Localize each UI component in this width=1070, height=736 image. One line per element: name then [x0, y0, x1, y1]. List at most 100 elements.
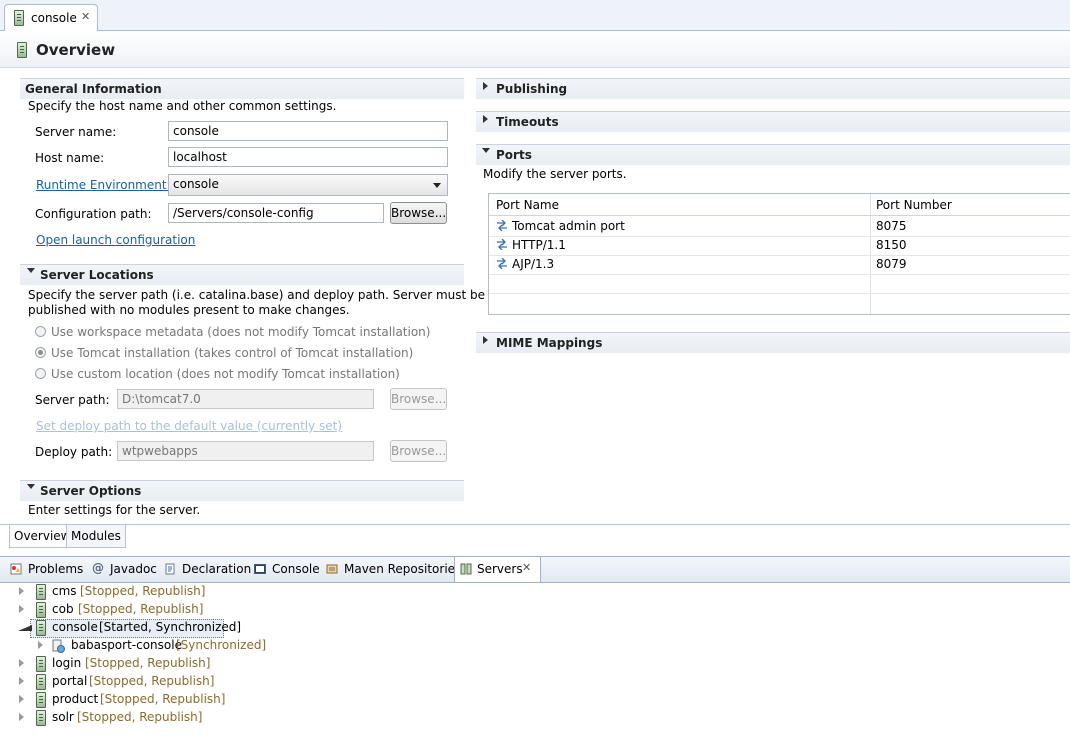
server-options-header[interactable]: Server Options [20, 480, 464, 501]
runtime-environment-link[interactable]: Runtime Environment: [36, 178, 171, 192]
expand-icon[interactable] [19, 695, 24, 703]
server-path-label: Server path: [35, 393, 110, 407]
collapse-icon [27, 484, 35, 489]
views-tab-strip: Problems @ Javadoc Declaration Console M… [0, 556, 1070, 583]
table-header-row: Port Name Port Number [489, 194, 1070, 216]
custom-location-label: Use custom location (does not modify Tom… [51, 367, 400, 381]
port-name-cell: AJP/1.3 [512, 257, 555, 271]
server-tree-item[interactable]: solr [Stopped, Republish] [0, 709, 400, 727]
section-title: Server Options [40, 484, 142, 498]
expand-icon[interactable] [19, 713, 24, 721]
configuration-path-field[interactable]: /Servers/console-config [168, 203, 384, 223]
tomcat-installation-radio[interactable] [35, 347, 46, 358]
deploy-path-label: Deploy path: [35, 445, 113, 459]
server-tree-item[interactable]: product [Stopped, Republish] [0, 691, 400, 709]
general-description: Specify the host name and other common s… [28, 99, 337, 113]
custom-location-radio[interactable] [35, 368, 46, 379]
view-tab-label: Javadoc [110, 562, 157, 576]
web-module-icon [52, 639, 65, 653]
collapse-icon[interactable] [18, 625, 32, 631]
general-information-header: General Information [20, 78, 464, 99]
server-state: [Stopped, Republish] [100, 692, 226, 706]
server-tree-item[interactable]: cob [Stopped, Republish] [0, 601, 400, 619]
view-tab-label: Declaration [182, 562, 252, 576]
runtime-environment-select[interactable]: console [168, 174, 448, 196]
configuration-path-label: Configuration path: [35, 207, 152, 221]
server-icon [17, 42, 27, 58]
port-name-cell: HTTP/1.1 [512, 238, 566, 252]
view-tab-javadoc[interactable]: @ Javadoc [92, 561, 157, 579]
host-name-label: Host name: [35, 151, 105, 165]
browse-config-button[interactable]: Browse... [390, 202, 447, 224]
mime-mappings-header[interactable]: MIME Mappings [476, 332, 1070, 353]
server-tree-item-selected[interactable]: console [Started, Synchronized] [0, 619, 400, 637]
at-icon: @ [92, 561, 104, 575]
close-icon[interactable]: ✕ [522, 561, 531, 574]
expand-icon[interactable] [19, 659, 24, 667]
tab-modules[interactable]: Modules [66, 525, 126, 548]
server-name-field[interactable]: console [168, 121, 448, 141]
server-path-field[interactable]: D:\tomcat7.0 [117, 389, 374, 409]
set-default-deploy-path-link[interactable]: Set deploy path to the default value (cu… [36, 419, 342, 433]
port-number-cell[interactable]: 8079 [876, 257, 907, 271]
browse-deploy-path-button[interactable]: Browse... [390, 440, 447, 462]
server-tree-item[interactable]: portal [Stopped, Republish] [0, 673, 400, 691]
table-row[interactable]: HTTP/1.1 8150 [489, 236, 1070, 256]
server-state: [Started, Synchronized] [99, 620, 242, 634]
server-name: solr [52, 710, 74, 724]
view-tab-servers[interactable]: Servers ✕ [454, 557, 541, 582]
expand-icon[interactable] [19, 587, 24, 595]
workspace-metadata-label: Use workspace metadata (does not modify … [51, 325, 431, 339]
view-tab-declaration[interactable]: Declaration [164, 561, 251, 579]
view-tab-console[interactable]: Console [254, 561, 320, 579]
expand-icon [483, 82, 488, 90]
workspace-metadata-radio[interactable] [35, 326, 46, 337]
module-tree-item[interactable]: babasport-console [Synchronized] [0, 637, 400, 655]
port-icon [497, 220, 507, 231]
deploy-path-field[interactable]: wtpwebapps [117, 441, 374, 461]
servers-icon [460, 563, 472, 575]
expand-icon[interactable] [19, 605, 24, 613]
server-tree-item[interactable]: login [Stopped, Republish] [0, 655, 400, 673]
view-tab-label: Maven Repositories [344, 562, 462, 576]
publishing-header[interactable]: Publishing [476, 78, 1070, 99]
expand-icon[interactable] [38, 641, 43, 649]
server-tree-item[interactable]: cms [Stopped, Republish] [0, 583, 400, 601]
page-title: Overview [36, 41, 116, 59]
expand-icon[interactable] [19, 677, 24, 685]
column-header-port-name[interactable]: Port Name [496, 198, 559, 212]
column-header-port-number[interactable]: Port Number [876, 198, 952, 212]
ports-header[interactable]: Ports [476, 144, 1070, 165]
server-icon [36, 674, 46, 690]
browse-server-path-button[interactable]: Browse... [390, 388, 447, 410]
port-number-cell[interactable]: 8150 [876, 238, 907, 252]
chevron-down-icon [433, 183, 441, 188]
table-row[interactable]: AJP/1.3 8079 [489, 255, 1070, 275]
port-icon [497, 258, 507, 269]
server-locations-header[interactable]: Server Locations [20, 264, 464, 285]
section-title: General Information [25, 82, 162, 96]
view-tab-maven-repositories[interactable]: Maven Repositories [326, 561, 461, 579]
timeouts-header[interactable]: Timeouts [476, 111, 1070, 132]
server-icon [36, 692, 46, 708]
server-icon [36, 584, 46, 600]
editor-header: Overview [0, 31, 1070, 68]
port-number-cell[interactable]: 8075 [876, 219, 907, 233]
server-name: cob [52, 602, 74, 616]
declaration-icon [165, 563, 175, 575]
server-icon [14, 10, 24, 26]
section-title: Timeouts [496, 115, 559, 129]
host-name-field[interactable]: localhost [168, 147, 448, 167]
editor-tab-console[interactable]: console ✕ [4, 4, 98, 31]
server-icon [36, 656, 46, 672]
server-state: [Stopped, Republish] [85, 656, 211, 670]
port-icon [497, 239, 507, 250]
server-name: product [52, 692, 99, 706]
port-name-cell: Tomcat admin port [512, 219, 625, 233]
console-icon [254, 564, 266, 574]
editor-tab-strip: console ✕ [0, 0, 1070, 31]
close-icon[interactable]: ✕ [81, 10, 90, 23]
table-row[interactable]: Tomcat admin port 8075 [489, 217, 1070, 237]
open-launch-configuration-link[interactable]: Open launch configuration [36, 233, 195, 247]
view-tab-problems[interactable]: Problems [10, 561, 84, 579]
